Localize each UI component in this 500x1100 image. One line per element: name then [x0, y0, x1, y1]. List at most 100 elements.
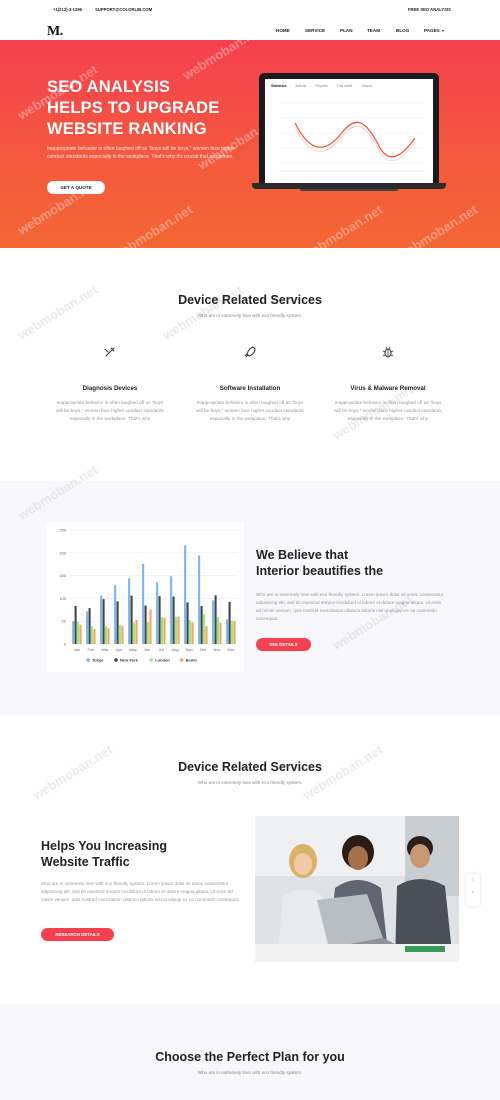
hero-title-line: WEBSITE RANKING — [47, 120, 207, 138]
bar-london — [133, 622, 136, 644]
chevron-down-icon — [441, 29, 444, 32]
bar-new-york — [172, 596, 175, 644]
hero-title-line: SEO ANALYSIS — [47, 78, 171, 96]
scroll-up-icon[interactable]: ↑ — [466, 874, 480, 886]
nav-pages[interactable]: PAGES — [424, 28, 444, 33]
y-tick-label: 250 — [59, 528, 66, 533]
bar-berlin — [219, 622, 222, 644]
bar-new-york — [74, 605, 77, 644]
bar-tokyo — [72, 621, 75, 644]
nav-home[interactable]: HOME — [276, 28, 290, 33]
legend-label: Tokyo — [92, 658, 104, 663]
plan-subtitle: Who are in extremely love with eco frien… — [197, 1070, 303, 1075]
bar-london — [203, 614, 206, 644]
scroll-down-icon[interactable]: ↓ — [466, 886, 480, 898]
logo[interactable]: M. — [47, 24, 63, 40]
nav-pages-label: PAGES — [424, 28, 440, 33]
services-title: Device Related Services — [178, 293, 322, 307]
rocket-icon — [244, 346, 256, 358]
scroll-controls: ↑ ↓ — [466, 874, 480, 906]
x-tick-label: Jul — [158, 647, 163, 652]
service-card: Virus & Malware Removal Inappropriate be… — [333, 344, 443, 423]
x-tick-label: Apr — [116, 647, 123, 652]
nav-service[interactable]: SERVICE — [305, 28, 325, 33]
x-tick-label: Oct — [200, 647, 207, 652]
bar-london — [77, 621, 80, 644]
x-tick-label: Mar — [102, 647, 110, 652]
service-title: Diagnosis Devices — [82, 385, 138, 392]
believe-title-line: Interior beautifies the — [256, 564, 384, 578]
bar-tokyo — [128, 578, 131, 644]
bar-berlin — [205, 626, 208, 644]
believe-text: Who are in extremely love with eco frien… — [256, 592, 444, 621]
laptop-display: Statistics Activity Reports This week Se… — [265, 79, 433, 183]
traffic-title-line: Helps You Increasing — [41, 839, 167, 853]
hero-section: webmoban.net webmoban.net webmoban.net w… — [0, 40, 500, 248]
legend-label: London — [155, 658, 170, 663]
services2-title: Device Related Services — [178, 760, 322, 774]
service-text: Inappropriate behavior is often laughed … — [334, 400, 442, 421]
service-card: Software Installation Inappropriate beha… — [195, 344, 305, 423]
traffic-title-line: Website Traffic — [41, 855, 130, 869]
y-tick-label: 0 — [64, 642, 67, 647]
bar-berlin — [93, 628, 96, 644]
bar-london — [189, 620, 192, 644]
traffic-title: Helps You Increasing Website Traffic — [41, 838, 241, 870]
free-seo-analysis-link[interactable]: FREE SEO ANALYSIS — [408, 7, 451, 12]
service-text: Inappropriate behavior is often laughed … — [56, 400, 164, 421]
bar-berlin — [177, 616, 180, 644]
bar-london — [105, 626, 108, 644]
bar-new-york — [130, 595, 133, 644]
dashboard-tab: Statistics — [271, 84, 287, 88]
plan-title: Choose the Perfect Plan for you — [155, 1050, 345, 1064]
dashboard-tab: Activity — [295, 84, 307, 88]
bar-tokyo — [184, 545, 187, 644]
bar-new-york — [214, 595, 217, 644]
see-details-button[interactable]: SEE DETAILS — [256, 638, 311, 651]
x-tick-label: Sep — [185, 647, 193, 652]
dashboard-tab: Search — [361, 84, 373, 88]
x-tick-label: Jan — [74, 647, 80, 652]
x-tick-label: Nov — [213, 647, 220, 652]
nav-blog[interactable]: BLOG — [396, 28, 409, 33]
team-photo — [255, 816, 459, 962]
x-tick-label: May — [129, 647, 137, 652]
traffic-text: Who are in extremely love with eco frien… — [41, 881, 240, 902]
bar-tokyo — [212, 600, 215, 644]
top-bar: +1(212)-3-1296 SUPPORT@COLORLIB.COM FREE… — [0, 0, 500, 20]
bar-tokyo — [198, 555, 201, 644]
services2-subtitle: Who are in extremely love with eco frien… — [197, 780, 303, 785]
bar-london — [91, 626, 94, 644]
bar-berlin — [233, 620, 236, 644]
service-title: Software Installation — [219, 385, 281, 392]
bar-london — [161, 617, 164, 644]
bar-chart: 0 50 100 150 200 250 Jan Feb Mar Apr May Jun Jul Aug S… — [59, 528, 238, 663]
bar-new-york — [200, 605, 203, 644]
get-a-quote-button[interactable]: GET A QUOTE — [47, 181, 105, 194]
nav-team[interactable]: TEAM — [367, 28, 380, 33]
hero-text: Inappropriate behavior is often laughed … — [47, 146, 236, 160]
research-details-button[interactable]: RESEARCH DETAILS — [41, 928, 114, 941]
bar-berlin — [191, 622, 194, 644]
y-tick-label: 50 — [62, 619, 67, 624]
bar-berlin — [121, 625, 124, 644]
believe-title-line: We Believe that — [256, 548, 349, 562]
bar-berlin — [135, 620, 138, 644]
phone-number[interactable]: +1(212)-3-1296 — [53, 7, 82, 12]
bar-tokyo — [86, 611, 89, 644]
support-email[interactable]: SUPPORT@COLORLIB.COM — [95, 7, 152, 12]
legend-label: Berlin — [186, 658, 198, 663]
watermark: webmoban.net — [110, 201, 196, 248]
legend-marker — [114, 658, 118, 662]
nav-plan[interactable]: PLAN — [340, 28, 353, 33]
service-title: Virus & Malware Removal — [350, 385, 426, 392]
bar-new-york — [228, 601, 231, 644]
tools-icon — [104, 347, 115, 357]
bar-london — [175, 616, 178, 644]
hero-title: SEO ANALYSIS HELPS TO UPGRADE WEBSITE RA… — [47, 77, 247, 140]
bar-new-york — [186, 602, 189, 644]
bar-tokyo — [226, 619, 229, 644]
x-tick-label: Feb — [88, 647, 96, 652]
bar-chart-card: 0 50 100 150 200 250 Jan Feb Mar Apr May Jun Jul Aug S… — [46, 522, 244, 672]
bar-berlin — [149, 609, 152, 644]
